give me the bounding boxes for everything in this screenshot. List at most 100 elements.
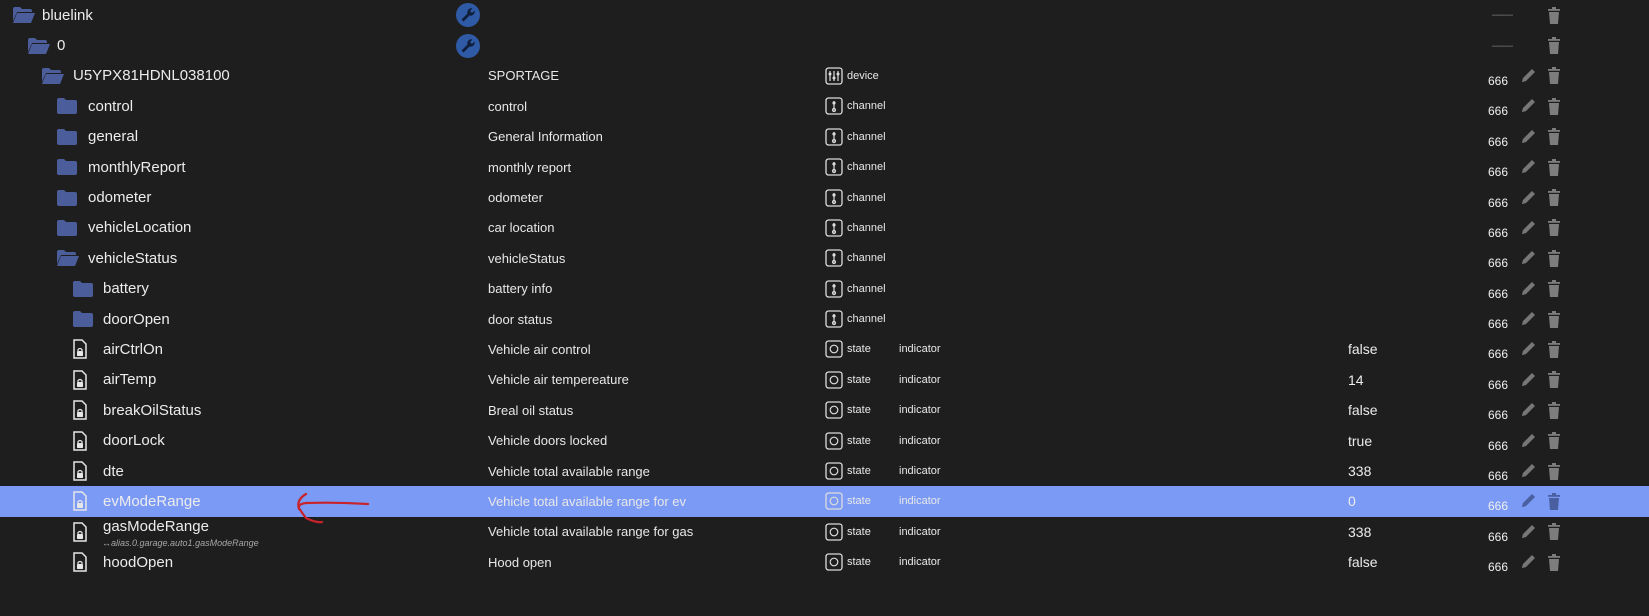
tree-row[interactable]: vehicleStatus vehicleStatus channel 666 (0, 243, 1649, 273)
edit-icon[interactable] (1519, 274, 1537, 304)
tree-row[interactable]: airCtrlOn Vehicle air control state indicat… (0, 334, 1649, 364)
object-name: SPORTAGE (488, 68, 560, 84)
object-type: state (825, 365, 871, 395)
acl-placeholder-dash: —— (1492, 9, 1513, 22)
acl-value[interactable]: 666 (1488, 552, 1508, 582)
edit-icon[interactable] (1519, 517, 1537, 547)
edit-icon[interactable] (1519, 61, 1537, 91)
tree-row[interactable]: general General Information channel 666 (0, 122, 1649, 152)
folder-open-icon[interactable] (27, 30, 51, 60)
delete-icon[interactable] (1546, 486, 1562, 516)
object-role: indicator (899, 343, 941, 356)
delete-icon[interactable] (1546, 243, 1562, 273)
delete-icon[interactable] (1546, 61, 1562, 91)
object-value[interactable]: true (1348, 425, 1372, 455)
edit-icon[interactable] (1519, 152, 1537, 182)
folder-icon[interactable] (56, 122, 78, 152)
folder-open-icon[interactable] (12, 0, 36, 30)
edit-icon[interactable] (1519, 213, 1537, 243)
tree-row[interactable]: battery battery info channel 666 (0, 274, 1649, 304)
edit-icon[interactable] (1519, 243, 1537, 273)
delete-icon[interactable] (1546, 152, 1562, 182)
file-icon[interactable] (72, 517, 88, 547)
object-id: vehicleLocation (88, 219, 192, 237)
tree-row[interactable]: doorOpen door status channel 666 (0, 304, 1649, 334)
folder-icon[interactable] (56, 182, 78, 212)
file-icon[interactable] (72, 395, 88, 425)
delete-icon[interactable] (1546, 425, 1562, 455)
delete-icon[interactable] (1546, 334, 1562, 364)
edit-icon[interactable] (1519, 182, 1537, 212)
tree-row[interactable]: hoodOpen Hood open state indicator false 666 (0, 547, 1649, 577)
object-value[interactable]: false (1348, 547, 1378, 577)
folder-icon[interactable] (72, 274, 94, 304)
delete-icon[interactable] (1546, 91, 1562, 121)
delete-icon[interactable] (1546, 213, 1562, 243)
edit-icon[interactable] (1519, 425, 1537, 455)
tree-row[interactable]: odometer odometer channel 666 (0, 182, 1649, 212)
tree-row[interactable]: airTemp Vehicle air tempereature state indi… (0, 365, 1649, 395)
wrench-icon[interactable] (455, 0, 481, 30)
folder-icon[interactable] (56, 91, 78, 121)
folder-open-icon[interactable] (41, 61, 65, 91)
delete-icon[interactable] (1546, 395, 1562, 425)
edit-icon[interactable] (1519, 304, 1537, 334)
delete-icon[interactable] (1546, 547, 1562, 577)
object-type: state (825, 486, 871, 516)
folder-open-icon[interactable] (56, 243, 80, 273)
folder-icon[interactable] (56, 152, 78, 182)
delete-icon[interactable] (1546, 456, 1562, 486)
edit-icon[interactable] (1519, 334, 1537, 364)
tree-row[interactable]: U5YPX81HDNL038100 SPORTAGE device 666 (0, 61, 1649, 91)
delete-icon[interactable] (1546, 182, 1562, 212)
tree-row[interactable]: breakOilStatus Breal oil status state indic… (0, 395, 1649, 425)
tree-row[interactable]: 0 —— (0, 30, 1649, 60)
edit-icon[interactable] (1519, 395, 1537, 425)
channel-icon (825, 280, 843, 298)
object-id: U5YPX81HDNL038100 (73, 67, 230, 85)
edit-icon[interactable] (1519, 91, 1537, 121)
file-icon[interactable] (72, 456, 88, 486)
tree-row[interactable]: control control channel 666 (0, 91, 1649, 121)
object-value[interactable]: 14 (1348, 365, 1364, 395)
object-type-label: channel (847, 130, 886, 143)
object-value[interactable]: 0 (1348, 486, 1356, 516)
delete-icon[interactable] (1546, 30, 1562, 60)
folder-icon[interactable] (72, 304, 94, 334)
object-name: Vehicle doors locked (488, 433, 608, 449)
tree-row[interactable]: doorLock Vehicle doors locked state indicat… (0, 425, 1649, 455)
object-value[interactable]: false (1348, 334, 1378, 364)
file-icon[interactable] (72, 365, 88, 395)
channel-icon (825, 97, 843, 116)
file-icon[interactable] (72, 547, 88, 577)
tree-row[interactable]: evModeRange Vehicle total available range… (0, 486, 1649, 517)
delete-icon[interactable] (1546, 517, 1562, 547)
tree-row[interactable]: dte Vehicle total available range state ind… (0, 456, 1649, 486)
file-icon[interactable] (72, 486, 88, 516)
tree-row[interactable]: bluelink —— (0, 0, 1649, 30)
delete-icon[interactable] (1546, 122, 1562, 152)
state-icon (825, 371, 843, 389)
object-type: channel (825, 304, 886, 334)
folder-icon[interactable] (56, 213, 78, 243)
file-icon[interactable] (72, 334, 88, 364)
object-value[interactable]: 338 (1348, 517, 1371, 547)
file-icon[interactable] (72, 425, 88, 455)
delete-icon[interactable] (1546, 304, 1562, 334)
object-value[interactable]: 338 (1348, 456, 1371, 486)
object-value[interactable]: false (1348, 395, 1378, 425)
object-name: battery info (488, 281, 553, 297)
wrench-icon[interactable] (455, 30, 481, 60)
tree-row[interactable]: monthlyReport monthly report channel 666 (0, 152, 1649, 182)
edit-icon[interactable] (1519, 486, 1537, 516)
delete-icon[interactable] (1546, 365, 1562, 395)
object-type: state (825, 456, 871, 486)
edit-icon[interactable] (1519, 456, 1537, 486)
tree-row[interactable]: vehicleLocation car location channel 666 (0, 213, 1649, 243)
delete-icon[interactable] (1546, 0, 1562, 30)
tree-row[interactable]: gasModeRange ↔alias.0.garage.auto1.gasMod… (0, 517, 1649, 548)
edit-icon[interactable] (1519, 365, 1537, 395)
edit-icon[interactable] (1519, 547, 1537, 577)
delete-icon[interactable] (1546, 274, 1562, 304)
edit-icon[interactable] (1519, 122, 1537, 152)
